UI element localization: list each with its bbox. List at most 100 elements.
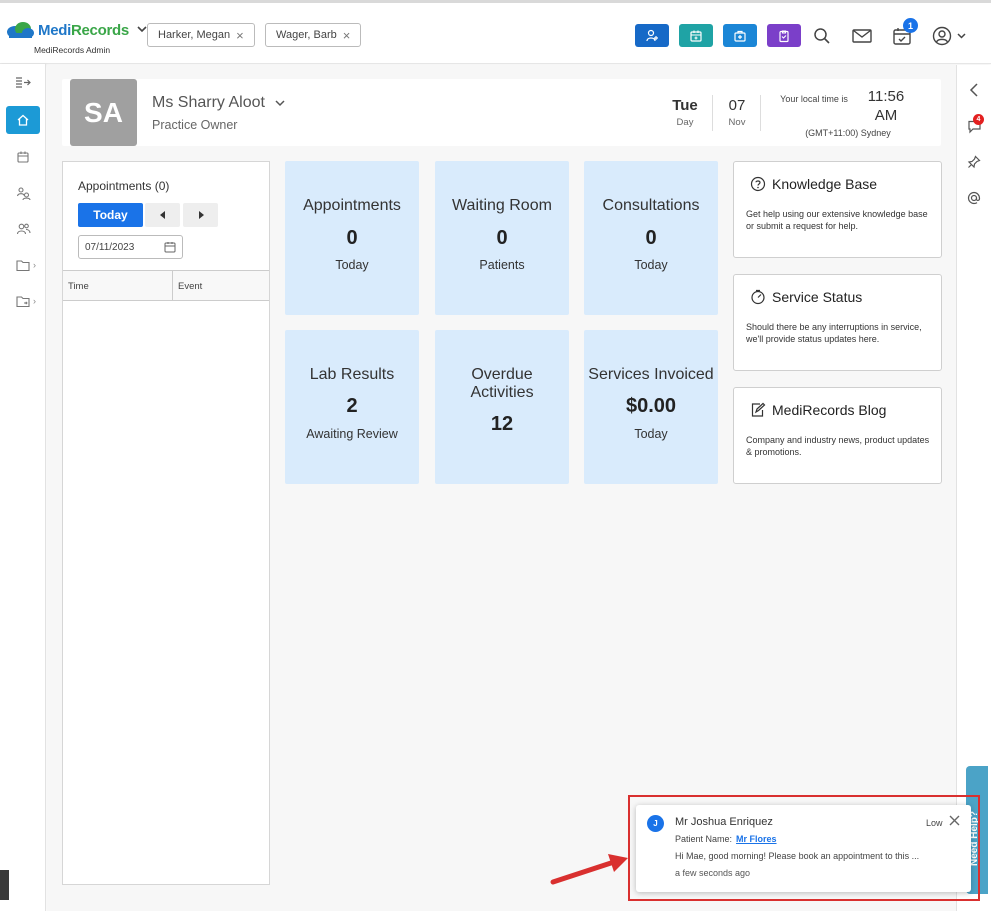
user-circle-icon <box>932 26 952 46</box>
tile-title: Overdue Activities <box>470 366 534 401</box>
column-event: Event <box>178 281 203 292</box>
at-sign-icon[interactable] <box>964 188 984 208</box>
close-icon[interactable]: × <box>343 29 351 42</box>
tile-overdue-activities[interactable]: Overdue Activities 12 <box>435 330 569 484</box>
card-knowledge-base[interactable]: Knowledge Base Get help using our extens… <box>733 161 942 258</box>
tile-title: Consultations <box>602 197 700 214</box>
user-menu[interactable] <box>930 25 968 47</box>
sidebar-item-home[interactable] <box>6 106 40 134</box>
tile-value: 0 <box>645 227 657 249</box>
chevron-right-icon: › <box>33 296 36 306</box>
day-label: Day <box>676 117 694 128</box>
tile-lab-results[interactable]: Lab Results 2 Awaiting Review <box>285 330 419 484</box>
patient-line: Patient Name: Mr Flores <box>675 834 777 844</box>
local-time-label: Your local time is <box>780 94 848 104</box>
priority-label: Low <box>926 818 943 828</box>
folder-icon <box>15 259 30 271</box>
month-label: Nov <box>728 117 746 128</box>
timestamp: a few seconds ago <box>675 868 751 878</box>
card-title-text: Service Status <box>772 289 863 305</box>
sidebar-item-patients[interactable] <box>6 215 40 243</box>
gauge-icon <box>751 289 765 305</box>
patient-tab-label: Wager, Barb <box>276 29 337 41</box>
close-icon[interactable] <box>949 814 960 829</box>
tile-subtitle: Today <box>634 258 668 272</box>
brand-name: MediRecords <box>38 21 129 39</box>
folder-share-icon <box>15 295 30 307</box>
tile-value: 12 <box>490 413 514 435</box>
search-icon[interactable] <box>811 25 833 47</box>
calendar-icon <box>17 151 29 163</box>
divider <box>712 95 713 131</box>
tile-value: 0 <box>346 227 358 249</box>
profile-name: Ms Sharry Aloot <box>152 94 265 111</box>
calendar-plus-icon <box>690 30 702 42</box>
divider <box>172 271 173 300</box>
sidebar-expand[interactable] <box>6 69 40 97</box>
chat-badge: 4 <box>973 114 984 125</box>
card-service-status[interactable]: Service Status Should there be any inter… <box>733 274 942 371</box>
tile-services-invoiced[interactable]: Services Invoiced $0.00 Today <box>584 330 718 484</box>
patient-tab-harker[interactable]: Harker, Megan × <box>147 23 255 47</box>
chevron-left-icon[interactable] <box>964 80 984 100</box>
caret-right-icon <box>198 211 204 219</box>
sidebar-item-shared-folders[interactable]: › <box>6 287 40 315</box>
local-time-value: 11:56 AM <box>867 88 905 124</box>
sidebar-item-calendar[interactable] <box>6 143 40 171</box>
tile-consultations[interactable]: Consultations 0 Today <box>584 161 718 315</box>
calendar-icon[interactable] <box>164 241 176 253</box>
brand-logo[interactable]: MediRecords <box>6 21 147 39</box>
user-plus-icon <box>646 29 658 41</box>
chevron-down-icon <box>275 98 285 110</box>
day-display: Tue Day <box>665 97 705 128</box>
tile-subtitle: Today <box>634 427 668 441</box>
card-description: Company and industry news, product updat… <box>746 435 930 457</box>
tile-title: Appointments <box>303 197 401 214</box>
day-value: Tue <box>672 97 698 114</box>
tile-value: 0 <box>496 227 508 249</box>
message-preview: Hi Mae, good morning! Please book an app… <box>675 851 920 861</box>
mail-icon[interactable] <box>851 25 873 47</box>
appointments-table-header: Time Event <box>63 270 269 301</box>
tile-subtitle: Awaiting Review <box>306 427 398 441</box>
card-title: Knowledge Base <box>750 176 877 192</box>
tile-appointments[interactable]: Appointments 0 Today <box>285 161 419 315</box>
sidebar-handle[interactable] <box>0 870 9 900</box>
chevron-right-icon: › <box>33 260 36 270</box>
tile-waiting-room[interactable]: Waiting Room 0 Patients <box>435 161 569 315</box>
patient-link[interactable]: Mr Flores <box>736 834 777 844</box>
left-sidebar: › › <box>0 64 46 911</box>
card-title-text: MediRecords Blog <box>772 402 887 418</box>
card-description: Get help using our extensive knowledge b… <box>746 209 928 231</box>
new-task-button[interactable] <box>767 24 801 47</box>
prev-day-button[interactable] <box>145 203 180 227</box>
expand-menu-icon <box>16 77 31 88</box>
question-circle-icon <box>750 176 766 192</box>
card-medirecords-blog[interactable]: MediRecords Blog Company and industry ne… <box>733 387 942 484</box>
top-header: MediRecords MediRecords Admin Harker, Me… <box>0 0 991 64</box>
next-day-button[interactable] <box>183 203 218 227</box>
notification-toast[interactable]: J Mr Joshua Enriquez Low Patient Name: Mr… <box>636 805 971 892</box>
brand-subtitle: MediRecords Admin <box>34 45 111 55</box>
profile-role: Practice Owner <box>152 118 238 132</box>
close-icon[interactable]: × <box>236 29 244 42</box>
card-title: MediRecords Blog <box>750 402 886 418</box>
chevron-down-icon[interactable] <box>137 24 147 36</box>
today-button[interactable]: Today <box>78 203 143 227</box>
patient-tab-wager[interactable]: Wager, Barb × <box>265 23 361 47</box>
appointment-date-input[interactable]: 07/11/2023 <box>78 235 183 259</box>
sidebar-item-folders[interactable]: › <box>6 251 40 279</box>
patient-label: Patient Name: <box>675 834 733 844</box>
new-consultation-button[interactable] <box>723 24 757 47</box>
month-display: 07 Nov <box>720 97 754 128</box>
sidebar-item-referrals[interactable] <box>6 179 40 207</box>
add-patient-button[interactable] <box>635 24 669 47</box>
cloud-logo-icon <box>7 22 34 38</box>
avatar: J <box>647 815 664 832</box>
new-appointment-button[interactable] <box>679 24 713 47</box>
home-icon <box>17 114 29 126</box>
pin-icon[interactable] <box>964 152 984 172</box>
card-title: Service Status <box>750 289 862 305</box>
tile-value: $0.00 <box>625 395 677 417</box>
profile-name-dropdown[interactable]: Ms Sharry Aloot <box>152 94 285 112</box>
